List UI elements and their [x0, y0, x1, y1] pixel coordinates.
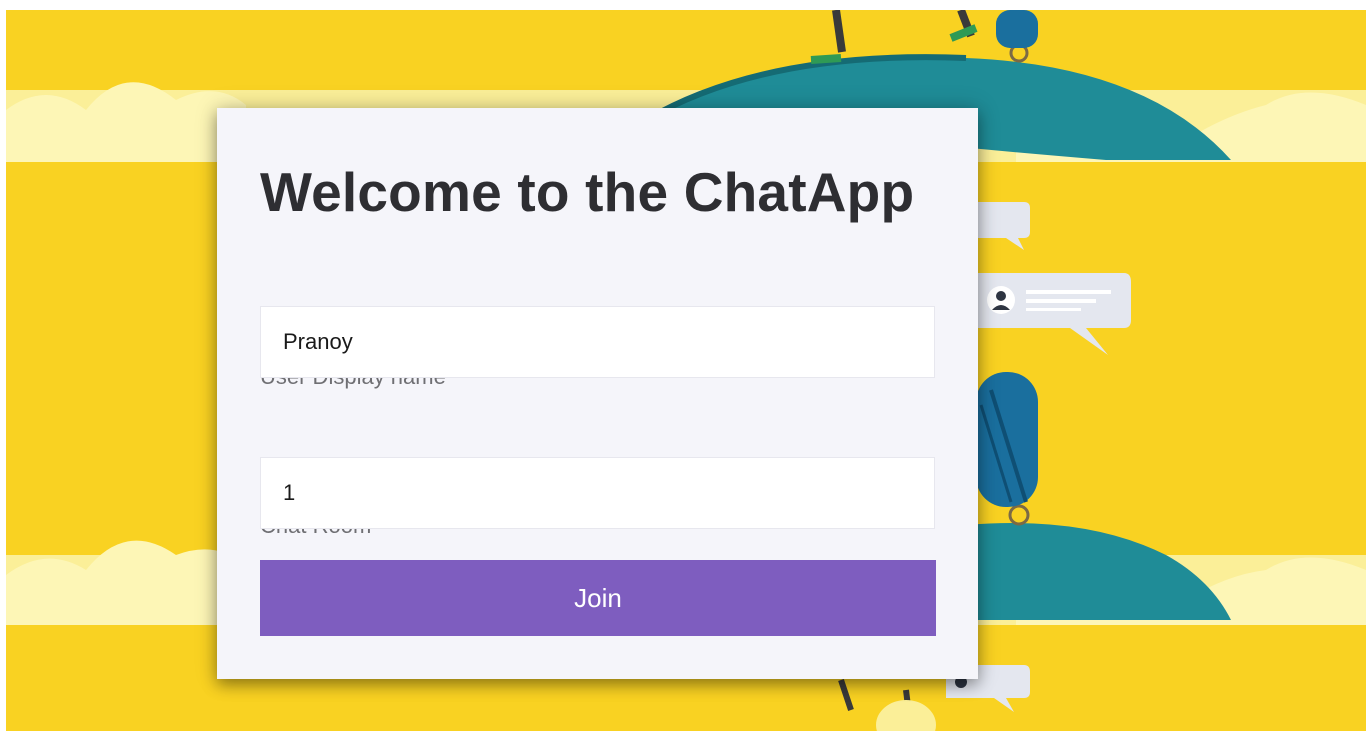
join-button[interactable]: Join	[260, 560, 936, 636]
page-title: Welcome to the ChatApp	[260, 161, 915, 223]
background-illustration: Welcome to the ChatApp User Display name…	[6, 10, 1366, 731]
login-card: Welcome to the ChatApp User Display name…	[217, 108, 978, 679]
chat-room-input[interactable]	[260, 457, 935, 529]
display-name-input[interactable]	[260, 306, 935, 378]
